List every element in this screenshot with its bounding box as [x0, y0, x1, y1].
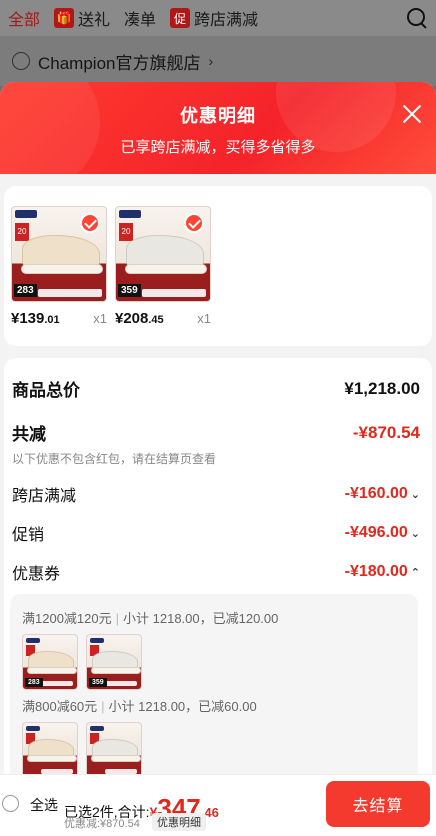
checkout-button[interactable]: 去结算 — [326, 781, 430, 827]
product-list-card: 20 283 ¥139.01 x1 20 359 ¥208.45 x1 — [4, 186, 432, 346]
search-icon[interactable] — [406, 7, 428, 29]
discount-row-coupon[interactable]: 优惠券 -¥180.00 ⌃ — [12, 560, 420, 584]
champion-logo-icon — [119, 210, 141, 218]
sneaker-image — [21, 235, 103, 274]
total-reduction-value: -¥870.54 — [352, 422, 420, 442]
select-all-label[interactable]: 全选 — [30, 795, 58, 815]
coupon-products — [22, 722, 142, 778]
discount-value: -¥160.00 ⌄ — [344, 485, 420, 502]
product-thumbnail — [22, 722, 78, 778]
total-price-value: ¥1,218.00 — [344, 378, 420, 398]
discount-tag: 20 — [15, 223, 29, 241]
total-price-row: 商品总价 ¥1,218.00 — [12, 376, 420, 401]
product-quantity: x1 — [93, 311, 107, 326]
total-reduction-label: 共减 — [12, 425, 46, 444]
champion-logo-icon — [15, 210, 37, 218]
tab-all[interactable]: 全部 — [8, 6, 40, 30]
discount-note: 以下优惠不包含红包，请在结算页查看 — [12, 452, 217, 466]
sneaker-image — [125, 235, 207, 274]
discount-label: 跨店满减 — [12, 488, 77, 505]
product-image-price: 359 — [118, 284, 141, 297]
tab-gift-label: 送礼 — [78, 12, 111, 29]
sheet-header: 优惠明细 已享跨店满减，买得多省得多 — [0, 82, 436, 192]
discount-detail-sheet: 优惠明细 已享跨店满减，买得多省得多 20 283 ¥139.01 x1 20 — [0, 82, 436, 836]
product-thumbnail: 283 — [22, 634, 78, 690]
checkout-bar: 全选 已选2件,合计: ¥347.46 优惠减:¥870.54 优惠明细 去结算 — [0, 774, 436, 836]
product-thumbnail — [86, 722, 142, 778]
promo-icon: 促 — [170, 8, 191, 28]
product-item[interactable]: 20 283 ¥139.01 x1 — [11, 206, 107, 327]
store-select-radio[interactable] — [12, 52, 30, 70]
store-header: Champion官方旗舰店 › — [0, 36, 436, 86]
total-price-label: 商品总价 — [12, 381, 80, 400]
product-price: ¥208.45 — [115, 310, 164, 327]
tab-gift[interactable]: 🎁 送礼 — [54, 6, 110, 30]
discount-value: -¥180.00 ⌃ — [344, 563, 420, 580]
chevron-down-icon: ⌄ — [410, 527, 420, 540]
tab-add-on[interactable]: 凑单 — [124, 6, 156, 30]
discount-detail-toggle[interactable]: 优惠明细 — [152, 813, 206, 831]
product-image-price: 283 — [14, 284, 37, 297]
sheet-title: 优惠明细 — [180, 106, 256, 126]
chevron-down-icon: ⌄ — [410, 488, 420, 501]
product-image: 20 283 — [11, 206, 107, 302]
chevron-up-icon: ⌃ — [410, 566, 420, 579]
product-quantity: x1 — [197, 311, 211, 326]
select-all-radio[interactable] — [2, 795, 19, 812]
product-item[interactable]: 20 359 ¥208.45 x1 — [115, 206, 211, 327]
gift-icon: 🎁 — [54, 8, 75, 28]
coupon-products: 283 359 — [22, 634, 142, 690]
coupon-rule-line: 满1200减120元 | 小计 1218.00，已减120.00 — [22, 611, 279, 626]
discount-value: -¥496.00 ⌄ — [344, 524, 420, 541]
discount-tag: 20 — [119, 223, 133, 241]
close-icon[interactable] — [400, 102, 424, 126]
sheet-subtitle: 已享跨店满减，买得多省得多 — [120, 139, 316, 156]
discount-amount: 优惠减:¥870.54 — [64, 818, 140, 830]
selected-check-icon[interactable] — [184, 213, 204, 233]
tab-cross-store[interactable]: 促 跨店满减 — [170, 6, 258, 30]
tab-cross-store-label: 跨店满减 — [194, 12, 259, 29]
total-reduction-row: 共减 -¥870.54 — [12, 420, 420, 445]
selected-check-icon[interactable] — [80, 213, 100, 233]
product-image: 20 359 — [115, 206, 211, 302]
top-tab-bar: 全部 🎁 送礼 凑单 促 跨店满减 — [0, 0, 436, 36]
coupon-rule-line: 满800减60元 | 小计 1218.00，已减60.00 — [22, 699, 257, 714]
product-thumbnail: 359 — [86, 634, 142, 690]
store-name[interactable]: Champion官方旗舰店 — [38, 49, 201, 74]
price-summary-card: 商品总价 ¥1,218.00 共减 -¥870.54 以下优惠不包含红包，请在结… — [4, 358, 432, 836]
discount-row-promotion[interactable]: 促销 -¥496.00 ⌄ — [12, 521, 420, 545]
chevron-right-icon: › — [208, 53, 214, 69]
product-price: ¥139.01 — [11, 310, 60, 327]
discount-row-cross-store[interactable]: 跨店满减 -¥160.00 ⌄ — [12, 482, 420, 506]
discount-label: 优惠券 — [12, 566, 61, 583]
discount-label: 促销 — [12, 527, 45, 544]
